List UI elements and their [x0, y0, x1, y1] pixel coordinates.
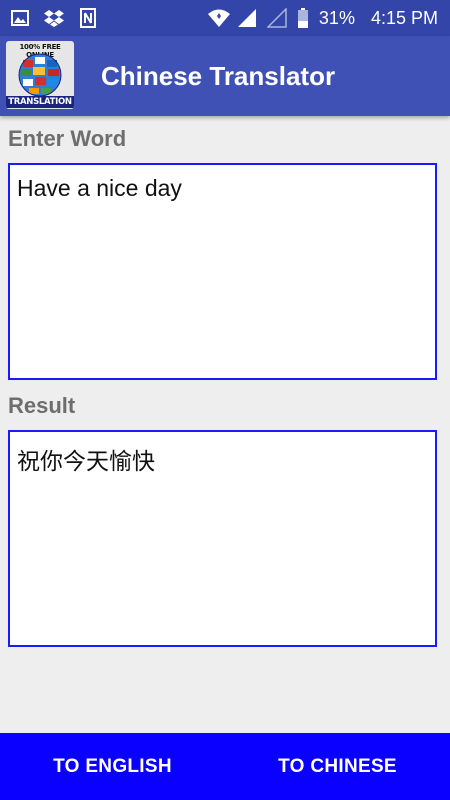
app-bar: 100% FREE ONLINE TRANSLATION Chinese Tra…	[0, 36, 450, 116]
to-english-button[interactable]: TO ENGLISH	[0, 733, 225, 800]
notification-icon	[78, 8, 98, 28]
dropbox-icon	[44, 8, 64, 28]
status-bar-right: 31% 4:15 PM	[207, 0, 438, 36]
app-logo: 100% FREE ONLINE TRANSLATION	[6, 41, 74, 109]
battery-icon	[297, 8, 309, 28]
result-output[interactable]: 祝你今天愉快	[8, 430, 437, 647]
status-bar-left-icons	[10, 8, 98, 28]
bottom-button-bar: TO ENGLISH TO CHINESE	[0, 733, 450, 800]
image-icon	[10, 8, 30, 28]
status-bar: 31% 4:15 PM	[0, 0, 450, 36]
battery-percent: 31%	[318, 7, 355, 28]
app-title: Chinese Translator	[101, 61, 336, 91]
to-chinese-button[interactable]: TO CHINESE	[225, 733, 450, 800]
signal-empty-icon	[266, 7, 287, 28]
enter-word-label: Enter Word	[8, 126, 127, 151]
result-label: Result	[8, 393, 76, 418]
wifi-icon	[207, 8, 230, 28]
signal-icon	[237, 8, 257, 28]
enter-word-input[interactable]: Have a nice day	[8, 163, 437, 380]
clock-time: 4:15 PM	[370, 7, 438, 28]
logo-bottom-text: TRANSLATION	[6, 96, 74, 108]
globe-icon	[18, 53, 62, 97]
